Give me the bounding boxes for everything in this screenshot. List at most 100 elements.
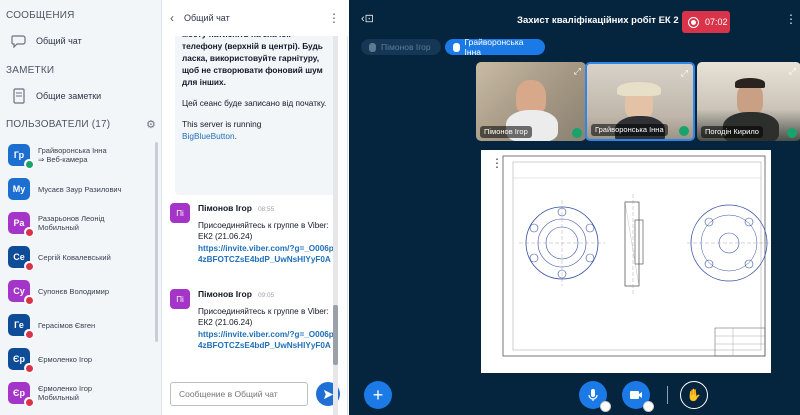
video-tile[interactable]: ⤢ Погодін Кирило	[697, 62, 800, 141]
public-chat-item[interactable]: Общий чат	[0, 26, 161, 56]
fullscreen-icon[interactable]: ⤢	[681, 68, 688, 79]
welcome-text: мосту натисніть на значок телефону (верх…	[182, 29, 323, 87]
avatar: Гр	[8, 144, 34, 169]
avatar: Пі	[170, 289, 190, 309]
list-item[interactable]: Му Мусаєв Заур Разилович	[0, 172, 161, 206]
message-author: Пімонов Ігор	[198, 203, 252, 213]
list-item[interactable]: Ге Герасімов Євген	[0, 308, 161, 342]
avatar: Ге	[8, 314, 34, 339]
message-link[interactable]: https://invite.viber.com/?g=_O006p4zBFOT…	[198, 243, 338, 266]
user-name: Герасімов Євген	[38, 320, 96, 330]
chat-message-input[interactable]	[170, 382, 308, 406]
list-item[interactable]: Гр Грайворонська Інна ⇒ Веб-камера	[0, 138, 161, 172]
camera-button[interactable]	[622, 381, 654, 412]
mic-active-icon	[679, 126, 689, 136]
participant-video	[516, 80, 546, 114]
video-name-label: Погодін Кирило	[701, 126, 763, 138]
mic-active-icon	[572, 128, 582, 138]
meeting-area: ‹⊡ Захист кваліфікаційних робіт ЕК 2 07:…	[349, 0, 800, 415]
avatar: Єр	[8, 382, 34, 407]
chevron-down-icon[interactable]	[643, 401, 654, 412]
mic-muted-icon	[24, 295, 34, 305]
microphone-button[interactable]	[579, 381, 611, 412]
fullscreen-icon[interactable]: ⤢	[574, 66, 581, 77]
recording-time: 07:02	[705, 17, 728, 27]
meeting-title: Захист кваліфікаційних робіт ЕК 2	[517, 15, 679, 26]
recording-notice: Цей сеанс буде записано від початку.	[182, 98, 327, 108]
video-tile-speaking[interactable]: ⤢ Грайворонська Інна	[585, 62, 695, 141]
message-text: Присоединяйтесь к группе в Viber: ЕК2 (2…	[198, 220, 329, 242]
technical-drawing	[502, 155, 771, 357]
user-name: Мусаєв Заур Разилович	[38, 184, 122, 194]
welcome-message: мосту натисніть на значок телефону (верх…	[175, 20, 335, 195]
public-chat-label: Общий чат	[36, 36, 82, 46]
user-name: Разарьонов Леонід Мобильный	[38, 214, 105, 232]
mic-muted-icon	[24, 329, 34, 339]
message-link[interactable]: https://invite.viber.com/?g=_O006p4zBFOT…	[198, 329, 338, 352]
record-icon	[688, 16, 699, 28]
gear-icon[interactable]: ⚙	[146, 117, 156, 133]
bigbluebutton-link[interactable]: BigBlueButton	[182, 131, 235, 141]
mic-muted-icon	[24, 363, 34, 373]
user-name: Грайворонська Інна ⇒ Веб-камера	[38, 146, 107, 164]
more-options-icon[interactable]: ⋮	[328, 11, 340, 25]
user-name: Єрмоленко Ігор	[38, 354, 93, 364]
list-item[interactable]: Єр Єрмоленко Ігор Мобильный	[0, 376, 161, 410]
meeting-topbar: ‹⊡ Захист кваліфікаційних робіт ЕК 2 07:…	[349, 0, 800, 36]
users-section-header: ПОЛЬЗОВАТЕЛИ (17) ⚙	[0, 117, 161, 133]
users-section-title: ПОЛЬЗОВАТЕЛИ (17)	[6, 119, 111, 130]
message-text: Присоединяйтесь к группе в Viber: ЕК2 (2…	[198, 306, 329, 328]
chevron-down-icon[interactable]	[600, 401, 611, 412]
users-scrollbar[interactable]	[155, 142, 158, 342]
video-name-label: Пімонов Ігор	[480, 126, 532, 138]
raise-hand-button[interactable]: ✋	[680, 381, 708, 409]
chat-icon	[10, 32, 28, 50]
notes-icon	[10, 87, 28, 105]
mic-icon	[453, 42, 460, 52]
video-name-label: Грайворонська Інна	[591, 124, 668, 136]
avatar: Ра	[8, 212, 34, 237]
talker-indicator-active: Грайворонська Інна	[445, 37, 545, 57]
notes-section-title: ЗАМЕТКИ	[6, 65, 55, 76]
recording-indicator[interactable]: 07:02	[682, 11, 730, 33]
mic-active-icon	[787, 128, 797, 138]
avatar: Се	[8, 246, 34, 271]
mic-muted-icon	[24, 261, 34, 271]
actions-button[interactable]: +	[364, 381, 392, 409]
messages-section-title: СООБЩЕНИЯ	[6, 10, 75, 21]
fullscreen-icon[interactable]: ⤢	[789, 66, 796, 77]
list-item[interactable]: Єр Єрмоленко Ігор	[0, 342, 161, 376]
user-list-sidebar: СООБЩЕНИЯ Общий чат ЗАМЕТКИ Общие заметк…	[0, 0, 162, 415]
shared-notes-item[interactable]: Общие заметки	[0, 81, 161, 111]
list-item[interactable]: Ра Разарьонов Леонід Мобильный	[0, 206, 161, 240]
send-icon	[323, 389, 333, 399]
chevron-left-icon[interactable]: ‹	[170, 11, 184, 25]
user-name: Супонєв Володимир	[38, 286, 109, 296]
chat-message: Пі Пімонов Ігор 09:05 Присоединяйтесь к г…	[170, 289, 340, 352]
chat-scrollbar[interactable]	[333, 0, 338, 415]
list-item[interactable]: Се Сергій Ковалевський	[0, 240, 161, 274]
toolbar-divider	[667, 386, 668, 404]
avatar: Му	[8, 178, 30, 200]
mic-icon	[369, 42, 376, 52]
message-time: 09:05	[257, 292, 275, 299]
video-tile[interactable]: ⤢ Пімонов Ігор	[476, 62, 586, 141]
mic-muted-icon	[24, 227, 34, 237]
list-item[interactable]: Су Супонєв Володимир	[0, 274, 161, 308]
toggle-panel-icon[interactable]: ‹⊡	[361, 12, 374, 25]
chat-title: Общий чат	[184, 13, 230, 23]
chat-composer	[170, 381, 342, 407]
server-notice: This server is running BigBlueButton.	[182, 119, 262, 141]
camera-icon	[630, 391, 642, 399]
user-name: Єрмоленко Ігор Мобильный	[38, 384, 93, 402]
options-menu-icon[interactable]: ⋮	[785, 12, 797, 26]
chat-message: Пі Пімонов Ігор 08:55 Присоединяйтесь к г…	[170, 203, 340, 266]
users-list: Гр Грайворонська Інна ⇒ Веб-камера Му Мус…	[0, 138, 161, 415]
chat-header: ‹ Общий чат ⋮	[162, 0, 348, 36]
presentation-slide[interactable]: ⋮	[481, 150, 771, 373]
message-time: 08:55	[257, 206, 275, 213]
shared-notes-label: Общие заметки	[36, 91, 102, 101]
chat-panel: ‹ Общий чат ⋮ мосту натисніть на значок …	[162, 0, 348, 415]
user-name: Сергій Ковалевський	[38, 252, 111, 262]
avatar: Су	[8, 280, 34, 305]
